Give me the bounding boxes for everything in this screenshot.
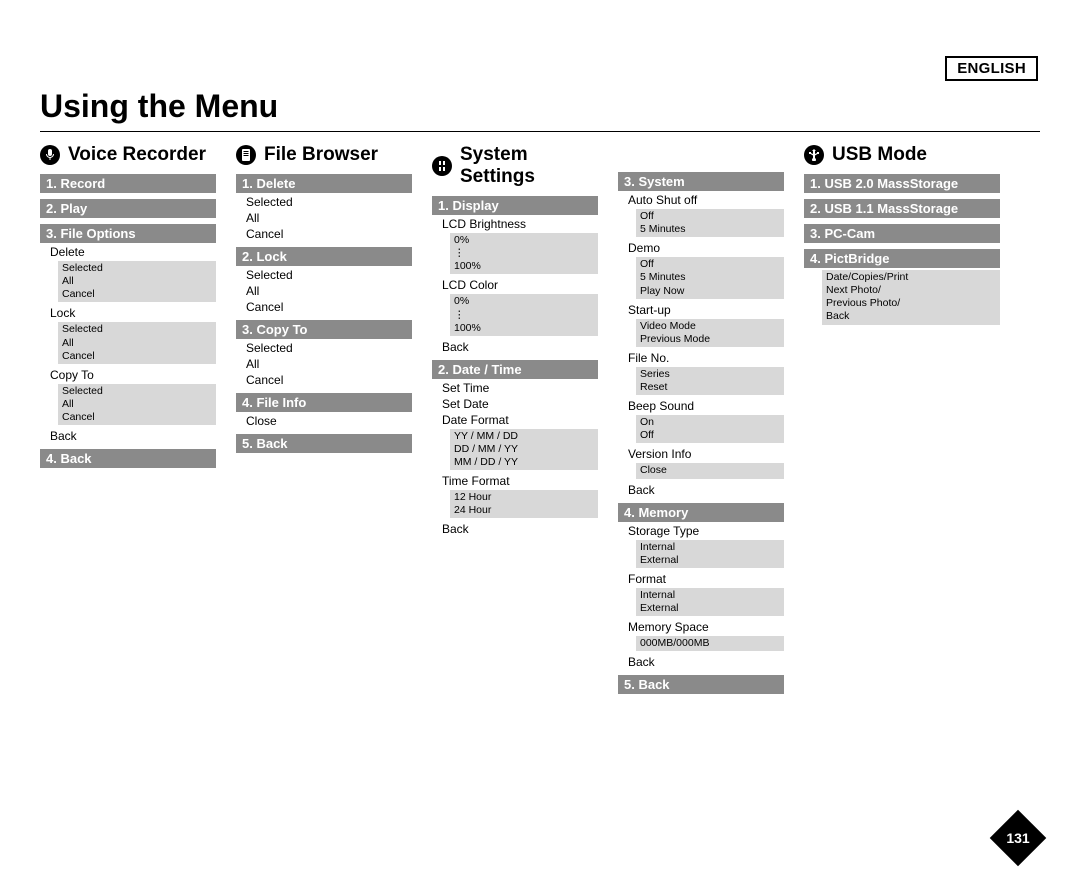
section-head-settings: System Settings [432, 144, 598, 188]
set-memory: 4. Memory [618, 503, 784, 522]
voice-back: 4. Back [40, 449, 216, 468]
document-icon [236, 145, 256, 165]
page-title: Using the Menu [40, 88, 1040, 125]
settings-icon [432, 156, 452, 176]
dateformat-sub: YY / MM / DD DD / MM / YY MM / DD / YY [450, 429, 598, 470]
fo-delete: Delete [40, 245, 216, 259]
set-display: 1. Display [432, 196, 598, 215]
usb-20: 1. USB 2.0 MassStorage [804, 174, 1000, 193]
heading-usb: USB Mode [832, 144, 927, 166]
section-head-voice: Voice Recorder [40, 144, 216, 166]
col-system-settings: System Settings 1. Display LCD Brightnes… [432, 144, 784, 694]
microphone-icon [40, 145, 60, 165]
heading-filebrowser: File Browser [264, 144, 378, 166]
col-file-browser: File Browser 1. Delete Selected All Canc… [236, 144, 412, 453]
usb-11: 2. USB 1.1 MassStorage [804, 199, 1000, 218]
fb-lock: 2. Lock [236, 247, 412, 266]
menu-columns: Voice Recorder 1. Record 2. Play 3. File… [40, 144, 1040, 694]
display-back: Back [432, 340, 598, 354]
fo-back: Back [40, 429, 216, 443]
col-voice-recorder: Voice Recorder 1. Record 2. Play 3. File… [40, 144, 216, 468]
voice-fileoptions: 3. File Options [40, 224, 216, 243]
page-number: 131 [998, 818, 1038, 858]
fo-lock-sub: Selected All Cancel [58, 322, 216, 363]
lcd-brightness-range: 0% ⋮ 100% [450, 233, 598, 274]
pictbridge-sub: Date/Copies/Print Next Photo/ Previous P… [822, 270, 1000, 325]
voice-play: 2. Play [40, 199, 216, 218]
col-usb: USB Mode 1. USB 2.0 MassStorage 2. USB 1… [804, 144, 1000, 329]
section-head-filebrowser: File Browser [236, 144, 412, 166]
set-system: 3. System [618, 172, 784, 191]
section-head-usb: USB Mode [804, 144, 1000, 166]
fb-back: 5. Back [236, 434, 412, 453]
usb-pccam: 3. PC-Cam [804, 224, 1000, 243]
language-badge: ENGLISH [945, 56, 1038, 81]
fb-fileinfo: 4. File Info [236, 393, 412, 412]
set-back5: 5. Back [618, 675, 784, 694]
fo-copyto-sub: Selected All Cancel [58, 384, 216, 425]
fb-copyto: 3. Copy To [236, 320, 412, 339]
fb-delete: 1. Delete [236, 174, 412, 193]
voice-record: 1. Record [40, 174, 216, 193]
fo-copyto: Copy To [40, 368, 216, 382]
fo-lock: Lock [40, 306, 216, 320]
lcd-color: LCD Color [432, 278, 598, 292]
fo-delete-sub: Selected All Cancel [58, 261, 216, 302]
page-number-badge: 131 [998, 818, 1038, 858]
set-datetime: 2. Date / Time [432, 360, 598, 379]
usb-pictbridge: 4. PictBridge [804, 249, 1000, 268]
lcd-brightness: LCD Brightness [432, 217, 598, 231]
heading-voice: Voice Recorder [68, 144, 206, 166]
usb-icon [804, 145, 824, 165]
timeformat-sub: 12 Hour 24 Hour [450, 490, 598, 518]
heading-settings: System Settings [460, 144, 598, 188]
lcd-color-range: 0% ⋮ 100% [450, 294, 598, 335]
title-divider [40, 131, 1040, 132]
